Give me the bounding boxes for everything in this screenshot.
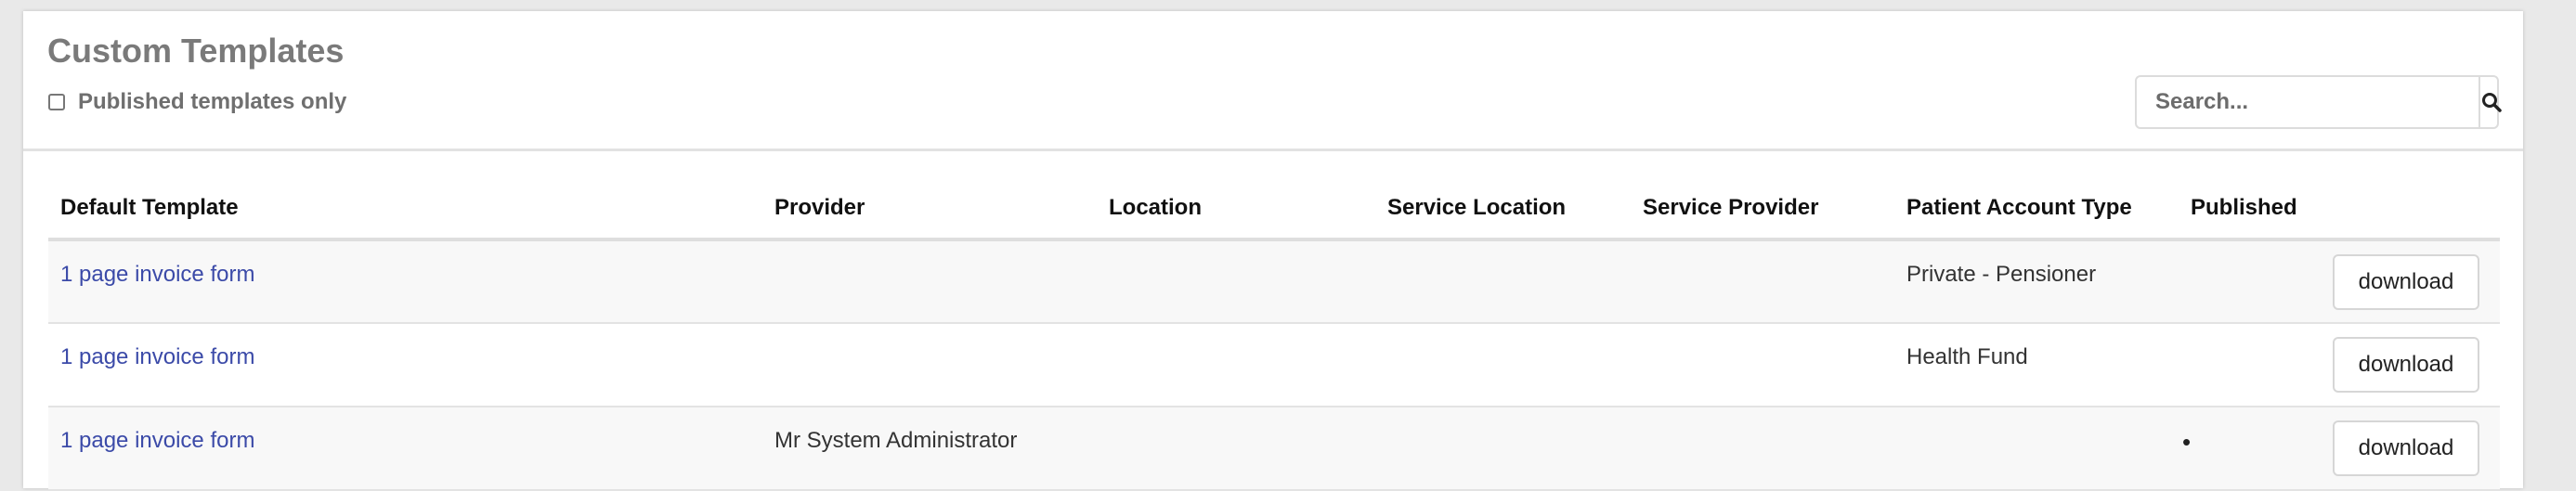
download-button[interactable]: download [2333,254,2479,310]
col-header-patient-account-type[interactable]: Patient Account Type [1894,178,2179,241]
cell-service-location [1375,407,1631,491]
cell-template: 1 page invoice form [48,239,762,324]
col-header-location[interactable]: Location [1097,178,1375,241]
cell-location [1097,323,1375,407]
search-button[interactable] [2478,77,2503,127]
published-only-filter[interactable]: Published templates only [48,89,346,115]
cell-location [1097,239,1375,324]
cell-service-provider [1631,239,1894,324]
search-input[interactable] [2137,77,2478,127]
table-row: 1 page invoice form Health Fund download [48,323,2500,407]
cell-provider [762,323,1097,407]
col-header-actions [2314,178,2500,241]
col-header-service-location[interactable]: Service Location [1375,178,1631,241]
template-link[interactable]: 1 page invoice form [60,344,254,369]
cell-published: • [2179,407,2314,491]
custom-templates-panel: Custom Templates Published templates onl… [23,11,2523,491]
panel-header: Custom Templates Published templates onl… [23,11,2523,151]
templates-table: Default Template Provider Location Servi… [48,178,2500,491]
col-header-service-provider[interactable]: Service Provider [1631,178,1894,241]
cell-service-provider [1631,407,1894,491]
page-title: Custom Templates [47,32,345,70]
col-header-default-template[interactable]: Default Template [48,178,762,241]
template-link[interactable]: 1 page invoice form [60,428,254,453]
cell-location [1097,407,1375,491]
table-header-row: Default Template Provider Location Servi… [48,178,2500,241]
cell-published [2179,323,2314,407]
cell-action: download [2314,239,2500,324]
cell-provider [762,239,1097,324]
download-button[interactable]: download [2333,420,2479,476]
search-box [2135,75,2502,129]
cell-service-location [1375,323,1631,407]
col-header-published[interactable]: Published [2179,178,2314,241]
cell-published [2179,239,2314,324]
cell-action: download [2314,323,2500,407]
published-only-checkbox[interactable] [48,94,65,110]
cell-provider: Mr System Administrator [762,407,1097,491]
search-icon [2482,93,2502,112]
col-header-provider[interactable]: Provider [762,178,1097,241]
cell-service-location [1375,239,1631,324]
cell-template: 1 page invoice form [48,323,762,407]
cell-patient-account-type: Private - Pensioner [1894,239,2179,324]
table-row: 1 page invoice form Private - Pensioner … [48,239,2500,324]
cell-patient-account-type: Health Fund [1894,323,2179,407]
cell-patient-account-type [1894,407,2179,491]
cell-template: 1 page invoice form [48,407,762,491]
published-only-label: Published templates only [78,89,347,114]
template-link[interactable]: 1 page invoice form [60,262,254,287]
cell-action: download [2314,407,2500,491]
table-row: 1 page invoice form Mr System Administra… [48,407,2500,491]
cell-service-provider [1631,323,1894,407]
download-button[interactable]: download [2333,337,2479,393]
